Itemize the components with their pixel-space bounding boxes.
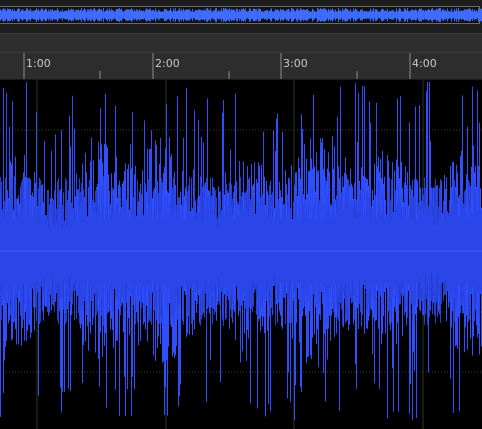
- overview-wave-path: [0, 8, 482, 22]
- ruler-label-1-00: 1:00: [26, 57, 51, 70]
- overview-bar[interactable]: [0, 0, 482, 34]
- ruler-label-4-00: 4:00: [412, 57, 437, 70]
- waveform-editor[interactable]: [0, 80, 482, 429]
- zoom-navigator-bar[interactable]: [0, 34, 482, 53]
- waveform-display[interactable]: [0, 80, 482, 429]
- ruler-label-3-00: 3:00: [283, 57, 308, 70]
- overview-waveform[interactable]: [0, 6, 482, 24]
- time-ruler[interactable]: 1:00 2:00 3:00 4:00: [0, 53, 482, 80]
- ruler-label-2-00: 2:00: [155, 57, 180, 70]
- time-ruler-ticks: [23, 53, 411, 79]
